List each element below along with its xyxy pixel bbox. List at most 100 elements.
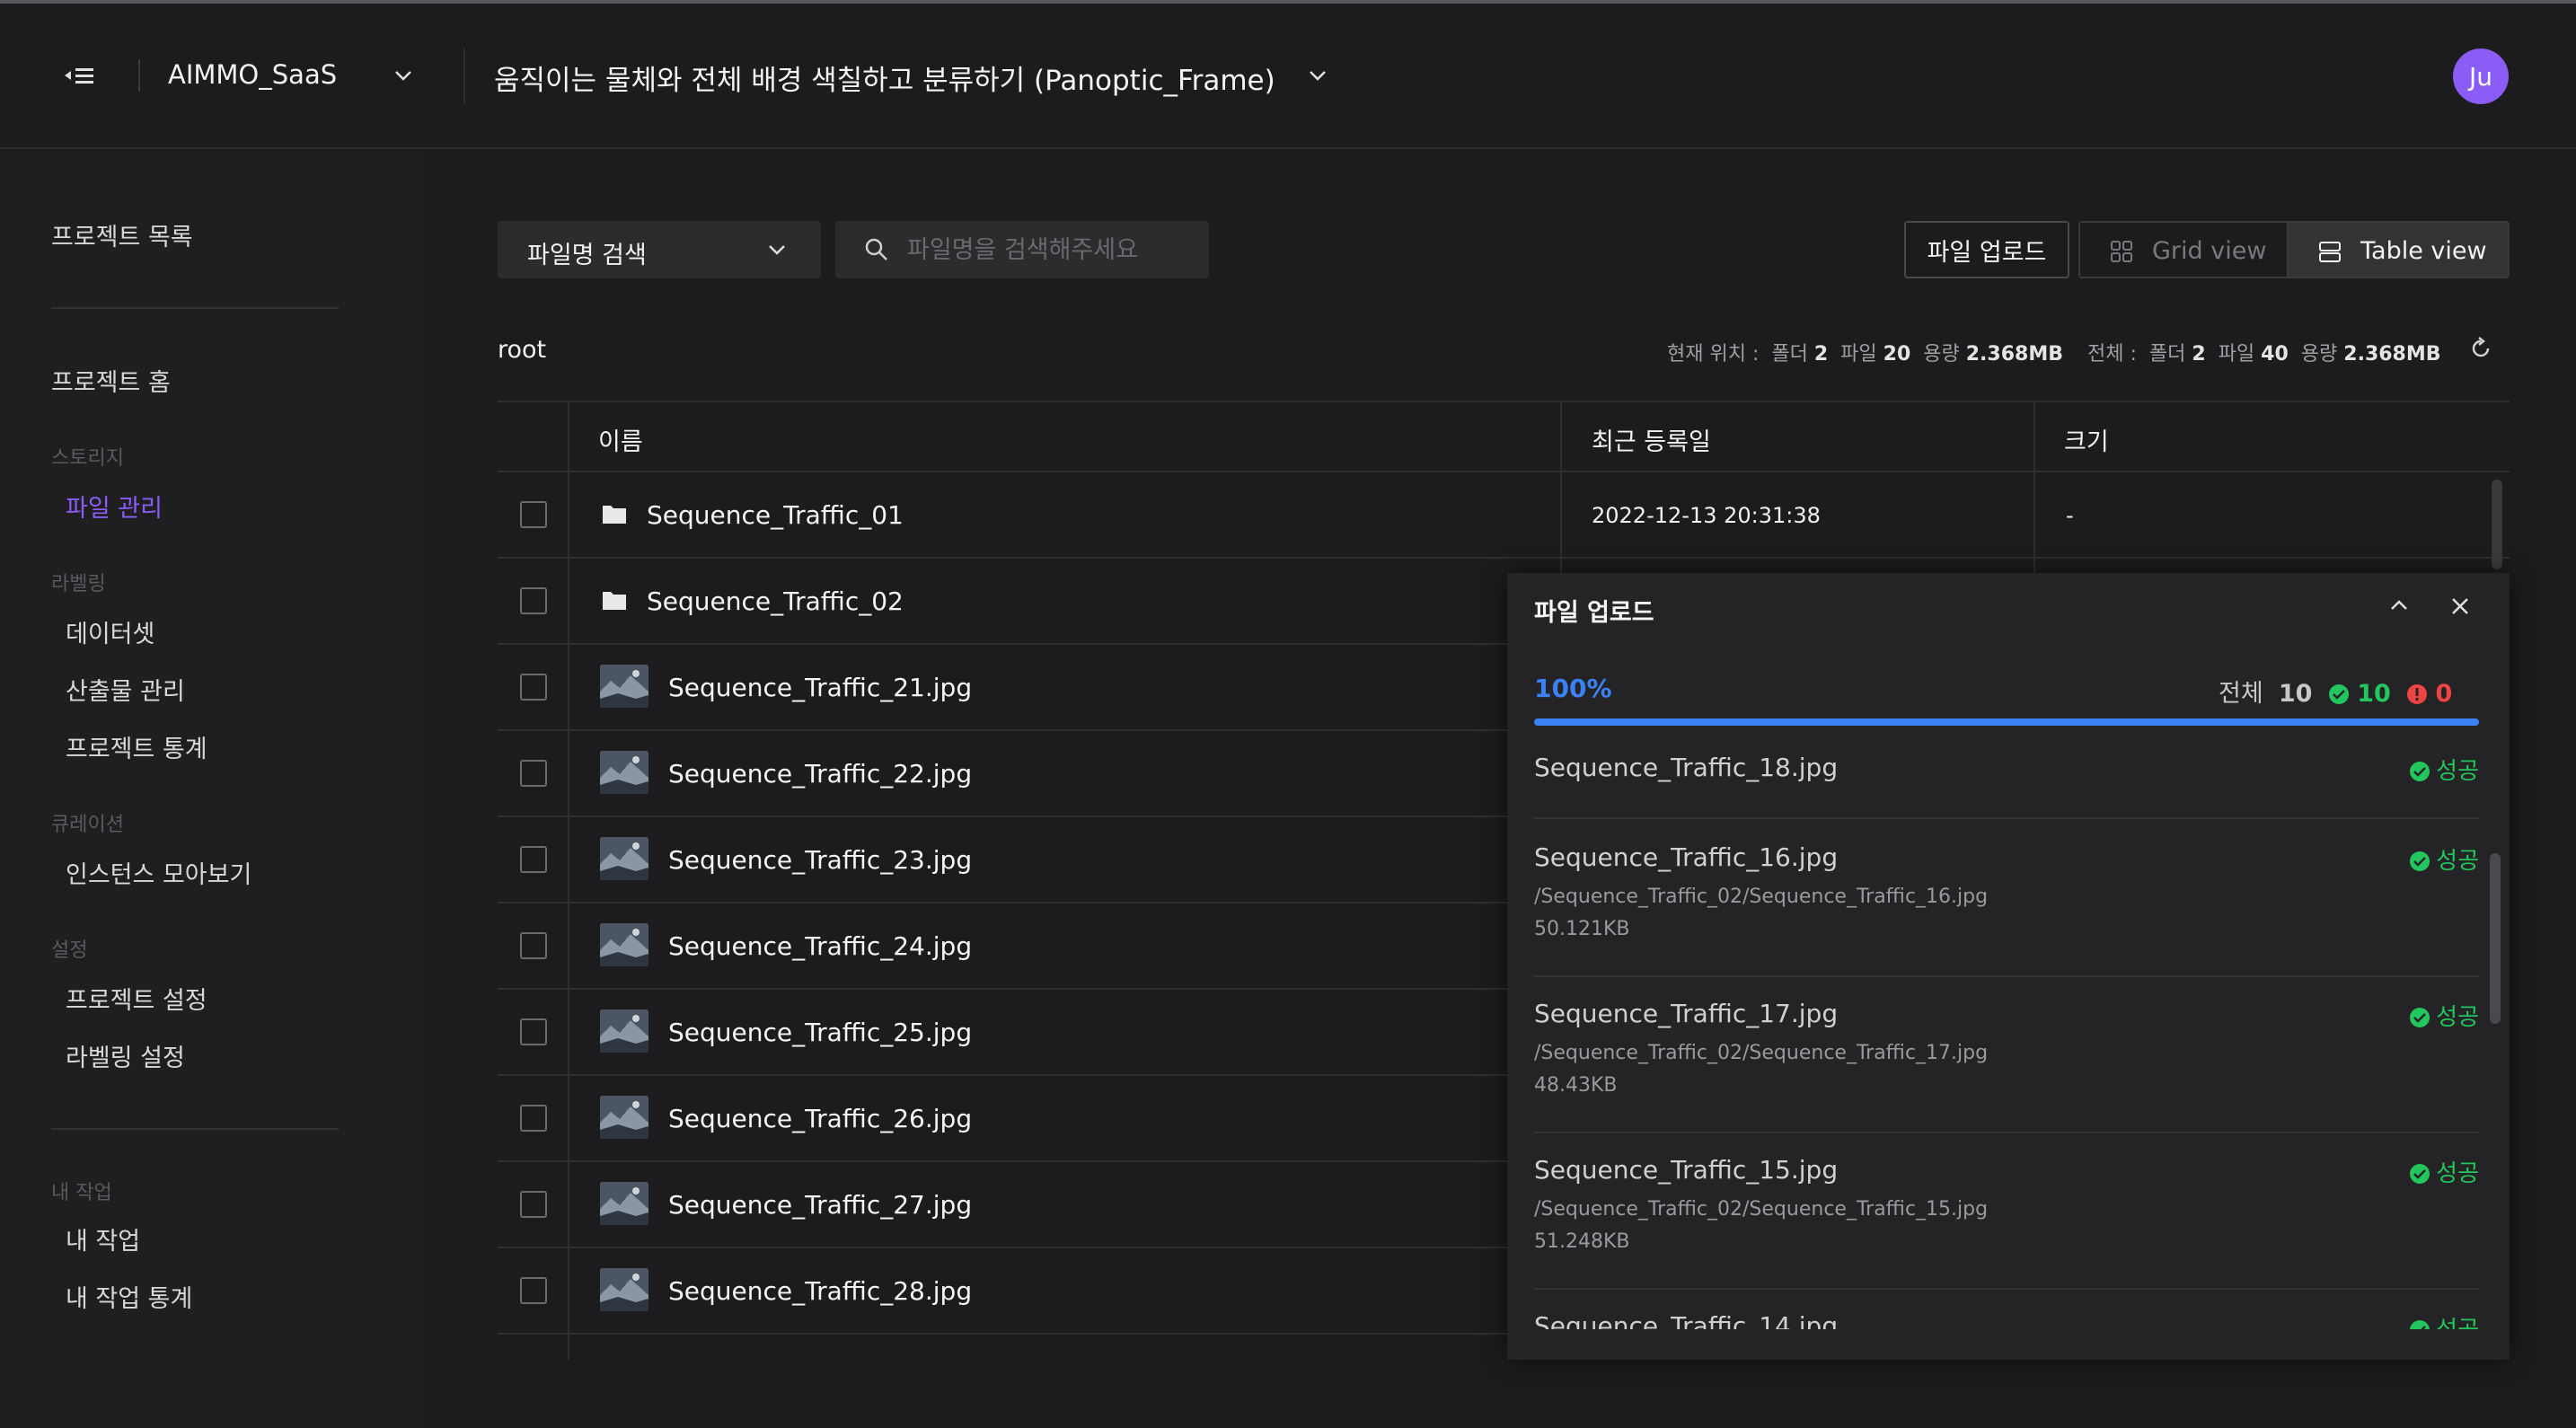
grid-icon (2109, 239, 2134, 270)
row-checkbox[interactable] (520, 674, 547, 701)
user-avatar[interactable]: Ju (2453, 48, 2509, 104)
upload-status: 성공 (2409, 1311, 2479, 1329)
image-thumbnail (600, 665, 648, 708)
sidebar-item-my-work-stats[interactable]: 내 작업 통계 (66, 1279, 192, 1314)
search-input[interactable] (907, 232, 1195, 268)
sidebar-collapse-icon[interactable] (63, 63, 97, 88)
upload-file-size: 51.248KB (1534, 1230, 1630, 1253)
chevron-down-icon[interactable] (393, 68, 413, 85)
chevron-up-icon[interactable] (2389, 598, 2409, 615)
upload-file-name: Sequence_Traffic_14.jpg (1534, 1311, 1839, 1329)
success-check-icon (2410, 762, 2430, 781)
total-stats: 전체 : 폴더 2 파일 40 용량 2.368MB (2087, 343, 2441, 366)
row-file-name[interactable]: Sequence_Traffic_26.jpg (668, 1104, 972, 1133)
search-mode-dropdown[interactable]: 파일명 검색 (498, 221, 821, 278)
close-icon[interactable] (2450, 596, 2470, 620)
upload-file-size: 48.43KB (1534, 1074, 1618, 1097)
image-thumbnail (600, 1096, 648, 1139)
table-view-button[interactable]: Table view (2287, 221, 2510, 278)
upload-file-name: Sequence_Traffic_18.jpg (1534, 753, 1839, 782)
sidebar-divider (51, 307, 339, 309)
column-header-size[interactable]: 크기 (2064, 422, 2109, 457)
sidebar-item-project-home[interactable]: 프로젝트 홈 (51, 363, 171, 398)
sidebar-category-labeling: 라벨링 (51, 573, 106, 595)
sidebar-divider (51, 1128, 339, 1130)
row-checkbox[interactable] (520, 846, 547, 873)
file-upload-button[interactable]: 파일 업로드 (1904, 221, 2069, 278)
row-checkbox[interactable] (520, 1191, 547, 1218)
table-view-label: Table view (2360, 237, 2487, 265)
row-file-name[interactable]: Sequence_Traffic_21.jpg (668, 673, 972, 702)
sidebar-item-project-list[interactable]: 프로젝트 목록 (51, 217, 193, 252)
success-check-icon (2410, 851, 2430, 871)
row-checkbox[interactable] (520, 501, 547, 528)
grid-view-button[interactable]: Grid view (2078, 221, 2287, 278)
folder-icon (602, 503, 627, 528)
organization-name[interactable]: AIMMO_SaaS (168, 59, 337, 90)
sidebar: 프로젝트 목록 프로젝트 홈 스토리지 파일 관리 라벨링 데이터셋 산출물 관… (0, 151, 424, 1428)
row-checkbox[interactable] (520, 1277, 547, 1304)
image-thumbnail (600, 1268, 648, 1311)
sidebar-item-dataset[interactable]: 데이터셋 (66, 614, 154, 649)
image-thumbnail (600, 1182, 648, 1225)
upload-total-count: 10 (2278, 680, 2313, 708)
upload-list-scrollbar[interactable] (2490, 853, 2501, 1024)
row-checkbox[interactable] (520, 932, 547, 959)
sidebar-category-my-work: 내 작업 (51, 1182, 112, 1204)
sidebar-item-file-management[interactable]: 파일 관리 (66, 489, 163, 524)
search-icon (864, 237, 889, 266)
row-file-name[interactable]: Sequence_Traffic_02 (647, 586, 904, 616)
upload-status: 성공 (2409, 999, 2479, 1032)
top-header: AIMMO_SaaS 움직이는 물체와 전체 배경 색칠하고 분류하기 (Pan… (0, 4, 2576, 149)
upload-file-path: /Sequence_Traffic_02/Sequence_Traffic_17… (1534, 1042, 1989, 1064)
row-file-name[interactable]: Sequence_Traffic_25.jpg (668, 1018, 972, 1047)
chevron-down-icon[interactable] (1308, 68, 1328, 85)
sidebar-category-curation: 큐레이션 (51, 814, 124, 836)
row-checkbox[interactable] (520, 1018, 547, 1045)
column-header-date[interactable]: 최근 등록일 (1592, 422, 1711, 457)
upload-progress-percent: 100% (1534, 674, 1612, 703)
image-thumbnail (600, 923, 648, 966)
row-checkbox[interactable] (520, 1105, 547, 1132)
table-header: 이름 최근 등록일 크기 (498, 401, 2510, 472)
upload-success-count: 10 (2357, 680, 2391, 708)
sidebar-category-storage: 스토리지 (51, 447, 124, 470)
success-check-icon (2410, 1320, 2430, 1329)
header-divider (463, 48, 465, 104)
sidebar-item-project-settings[interactable]: 프로젝트 설정 (66, 981, 207, 1016)
upload-panel-title: 파일 업로드 (1534, 599, 1654, 627)
header-divider (138, 59, 140, 92)
sidebar-item-my-work[interactable]: 내 작업 (66, 1221, 140, 1256)
upload-status: 성공 (2409, 842, 2479, 876)
sidebar-item-instance-view[interactable]: 인스턴스 모아보기 (66, 855, 251, 890)
table-scrollbar[interactable] (2492, 480, 2502, 569)
breadcrumb-path: root (498, 336, 547, 364)
row-checkbox[interactable] (520, 587, 547, 614)
row-file-name[interactable]: Sequence_Traffic_24.jpg (668, 931, 972, 961)
image-thumbnail (600, 837, 648, 880)
upload-list-item: Sequence_Traffic_17.jpg 성공/Sequence_Traff… (1534, 981, 2479, 1133)
row-file-name[interactable]: Sequence_Traffic_28.jpg (668, 1276, 972, 1306)
success-check-icon (2328, 684, 2349, 704)
row-file-name[interactable]: Sequence_Traffic_27.jpg (668, 1190, 972, 1220)
upload-file-name: Sequence_Traffic_17.jpg (1534, 999, 1839, 1028)
sidebar-item-labeling-settings[interactable]: 라벨링 설정 (66, 1038, 185, 1073)
table-row[interactable]: Sequence_Traffic_01 2022-12-13 20:31:38 - (498, 472, 2510, 559)
row-file-name[interactable]: Sequence_Traffic_01 (647, 500, 904, 530)
upload-status: 성공 (2409, 1155, 2479, 1188)
search-mode-label: 파일명 검색 (527, 242, 647, 269)
upload-list-item: Sequence_Traffic_18.jpg 성공 (1534, 735, 2479, 819)
upload-list-item: Sequence_Traffic_16.jpg 성공/Sequence_Traff… (1534, 824, 2479, 977)
column-header-name[interactable]: 이름 (598, 422, 643, 457)
upload-list-item: Sequence_Traffic_15.jpg 성공/Sequence_Traff… (1534, 1137, 2479, 1290)
row-file-name[interactable]: Sequence_Traffic_22.jpg (668, 759, 972, 789)
row-checkbox[interactable] (520, 760, 547, 787)
sidebar-item-project-stats[interactable]: 프로젝트 통계 (66, 729, 207, 764)
success-check-icon (2410, 1164, 2430, 1184)
sidebar-item-output-management[interactable]: 산출물 관리 (66, 672, 185, 707)
refresh-icon[interactable] (2468, 336, 2493, 365)
upload-progress-bar (1534, 718, 2479, 726)
project-title[interactable]: 움직이는 물체와 전체 배경 색칠하고 분류하기 (Panoptic_Frame… (494, 57, 1275, 98)
chevron-down-icon (767, 242, 787, 260)
row-file-name[interactable]: Sequence_Traffic_23.jpg (668, 845, 972, 875)
